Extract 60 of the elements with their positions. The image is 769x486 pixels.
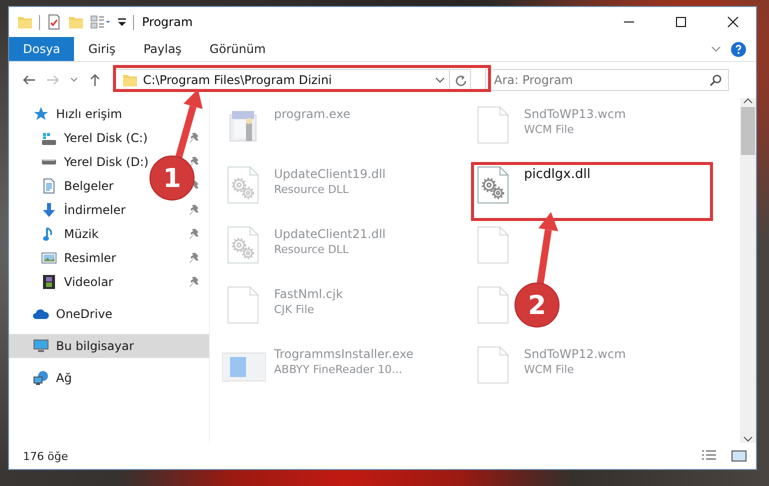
maximize-icon <box>675 16 687 28</box>
sidebar-item[interactable]: Bu bilgisayar <box>9 334 209 358</box>
file-type: Resource DLL <box>274 243 350 256</box>
sidebar-item[interactable]: Resimler <box>64 251 116 265</box>
layout-dropdown-icon <box>90 14 111 30</box>
folder-icon <box>122 72 138 88</box>
large-icons-view-icon <box>731 449 747 463</box>
step-number-badge: 2 <box>514 282 560 328</box>
sidebar-item[interactable]: Ağ <box>56 371 72 385</box>
forward-icon <box>46 73 60 87</box>
window-title: Program <box>142 15 194 29</box>
picture-icon <box>41 250 57 266</box>
drive-icon <box>41 159 57 165</box>
close-icon <box>727 16 739 28</box>
search-field[interactable]: Ara: Program <box>485 69 729 91</box>
sidebar-item[interactable]: Hızlı erişim <box>56 107 122 121</box>
new-folder-icon <box>68 14 84 30</box>
ribbon-tab[interactable]: Görünüm <box>196 37 280 61</box>
search-icon <box>709 74 722 87</box>
sidebar-item[interactable]: Yerel Disk (C:) <box>64 131 148 145</box>
folder-icon <box>17 14 33 30</box>
callout-arrow <box>174 89 203 161</box>
up-icon <box>88 73 102 87</box>
item-count: 176 öğe <box>23 450 69 462</box>
sidebar-item[interactable]: Videolar <box>64 275 114 289</box>
back-icon <box>22 73 36 87</box>
sidebar-item[interactable]: OneDrive <box>56 307 112 321</box>
customize-caret-icon <box>117 17 127 27</box>
ribbon-tab[interactable]: Giriş <box>74 37 130 61</box>
file-type: WCM File <box>524 363 575 376</box>
ribbon-tab[interactable]: Dosya <box>9 37 74 61</box>
expand-ribbon-icon <box>711 45 721 53</box>
film-strip-icon <box>41 274 57 290</box>
address-path: C:\Program Files\Program Dizini <box>143 73 332 87</box>
scroll-down-icon <box>743 436 753 443</box>
sidebar-item[interactable]: İndirmeler <box>64 203 126 217</box>
scrollbar[interactable] <box>740 98 756 443</box>
scroll-thumb[interactable] <box>741 107 755 155</box>
computer-icon <box>33 338 49 354</box>
file-type: ABBYY FineReader 10... <box>274 363 404 376</box>
properties-icon <box>46 14 62 30</box>
dropdown-caret-icon <box>435 77 445 83</box>
scroll-up-icon <box>743 98 753 105</box>
star-icon <box>33 106 49 122</box>
file-type: WCM File <box>524 123 575 136</box>
ribbon-tab[interactable]: Paylaş <box>129 37 196 61</box>
download-arrow-icon <box>41 202 57 218</box>
help-icon <box>731 42 746 56</box>
file-type: Resource DLL <box>274 183 350 196</box>
sidebar-item[interactable]: Müzik <box>64 227 99 241</box>
refresh-icon <box>454 74 466 86</box>
sidebar-item[interactable]: Yerel Disk (D:) <box>64 155 149 169</box>
document-icon <box>41 178 57 194</box>
network-icon <box>33 370 49 386</box>
sidebar-item[interactable]: Belgeler <box>64 179 114 193</box>
address-field[interactable]: C:\Program Files\Program Dizini <box>115 69 471 91</box>
file-type: CJK File <box>274 303 316 316</box>
file-name[interactable]: picdlgx.dll <box>524 167 590 182</box>
drive-icon <box>41 132 57 144</box>
step-number-badge: 1 <box>150 156 194 200</box>
